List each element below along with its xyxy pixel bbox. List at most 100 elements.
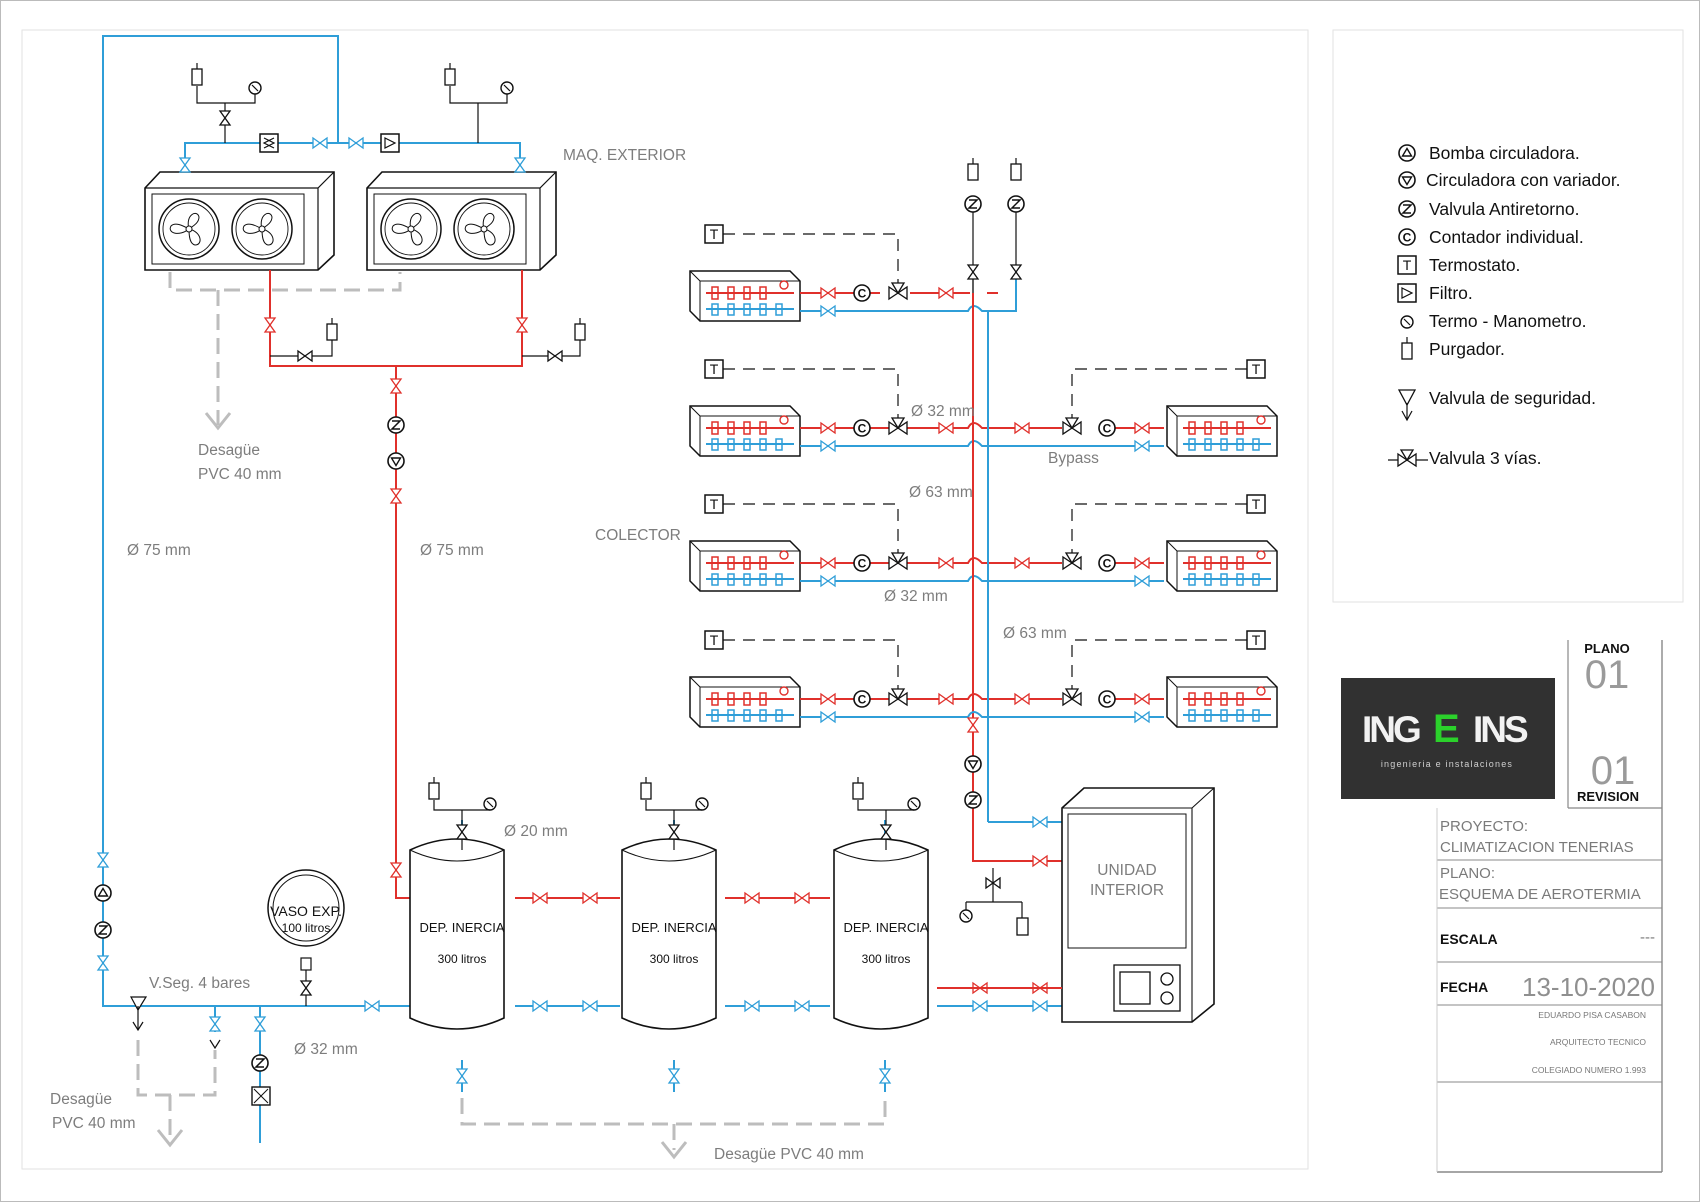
legend-item: Termostato. (1397, 255, 1520, 275)
pump-icon (387, 452, 405, 470)
svg-text:Termostato.: Termostato. (1429, 255, 1520, 275)
svg-text:Valvula 3 vías.: Valvula 3 vías. (1429, 448, 1542, 468)
svg-text:Purgador.: Purgador. (1429, 339, 1505, 359)
author-profession: ARQUITECTO TECNICO (1550, 1037, 1646, 1047)
drain-top-label-2: PVC 40 mm (198, 466, 282, 483)
indoor-unit-label-1: UNIDAD (1097, 862, 1156, 879)
outdoor-unit-right (366, 171, 557, 271)
riser-vents (964, 157, 1025, 293)
svg-text:Filtro.: Filtro. (1429, 283, 1473, 303)
bottom-left-fittings (129, 996, 271, 1106)
fecha-label: FECHA (1440, 979, 1488, 995)
drain-bottom-label-2: PVC 40 mm (52, 1115, 136, 1132)
thermostat-icon (1397, 255, 1417, 275)
fecha-value: 13-10-2020 (1522, 972, 1655, 1002)
drain-bottom-label-1: Desagüe (50, 1091, 112, 1108)
proyecto-label: PROYECTO: (1440, 818, 1528, 835)
collector-row-1 (689, 224, 1017, 322)
legend-item: Circuladora con variador. (1398, 170, 1621, 190)
safety-valve-label: V.Seg. 4 bares (149, 975, 250, 992)
thermo-manometer-icon (1400, 315, 1414, 329)
plano-desc-label: PLANO: (1440, 865, 1495, 882)
tank-vents (428, 776, 921, 850)
pipe-32-b-label: Ø 32 mm (884, 588, 948, 605)
indoor-unit (1061, 787, 1215, 1023)
schematic-sheet: C T (0, 0, 1700, 1202)
pipe-63-b-label: Ø 63 mm (1003, 625, 1067, 642)
revision-number: 01 (1591, 749, 1636, 793)
collector-row-2 (689, 359, 1278, 457)
outdoor-unit-label: MAQ. EXTERIOR (563, 147, 686, 164)
pipe-63-a-label: Ø 63 mm (909, 484, 973, 501)
legend-item: Purgador. (1401, 336, 1505, 360)
pipe-75-left-label: Ø 75 mm (127, 542, 191, 559)
safety-valve-icon (1397, 389, 1417, 422)
pipe-32-bottom-label: Ø 32 mm (294, 1041, 358, 1058)
company-logo: ING E INS ingenieria e instalaciones (1341, 678, 1555, 799)
purge-valve-left (297, 350, 313, 362)
escala-value: --- (1640, 929, 1655, 946)
legend-item: Valvula Antiretorno. (1398, 199, 1579, 219)
check-valve-icon (1398, 200, 1416, 218)
svg-text:Contador individual.: Contador individual. (1429, 227, 1584, 247)
svg-text:Bomba circuladora.: Bomba circuladora. (1429, 143, 1580, 163)
svg-text:INS: INS (1473, 709, 1528, 750)
escala-label: ESCALA (1440, 931, 1498, 947)
svg-text:Termo - Manometro.: Termo - Manometro. (1429, 311, 1587, 331)
author-registration: COLEGIADO NUMERO 1.993 (1532, 1065, 1647, 1075)
air-vent-icon (1401, 336, 1413, 360)
drain-top-label-1: Desagüe (198, 442, 260, 459)
plano-desc-value: ESQUEMA DE AEROTERMIA (1439, 886, 1641, 903)
air-vent-icon (326, 317, 338, 341)
top-vent-group-left (191, 62, 262, 143)
expansion-vessel-label-1: VASO EXP. (270, 903, 342, 919)
tank-1-capacity: 300 litros (438, 952, 487, 966)
tank-2-capacity: 300 litros (650, 952, 699, 966)
air-vent-icon (574, 317, 586, 341)
legend: Bomba circuladora. Circuladora con varia… (1388, 143, 1621, 468)
svg-text:Valvula Antiretorno.: Valvula Antiretorno. (1429, 199, 1579, 219)
pipe-20-label: Ø 20 mm (504, 823, 568, 840)
meter-icon (1398, 228, 1416, 246)
drain-bottom (136, 1040, 887, 1150)
legend-item: Bomba circuladora. (1398, 143, 1580, 163)
author-name: EDUARDO PISA CASABON (1538, 1010, 1646, 1020)
purge-valve-right (547, 350, 563, 362)
filter-icon (1397, 283, 1417, 303)
svg-text:Circuladora con variador.: Circuladora con variador. (1426, 170, 1621, 190)
drain-top (168, 272, 402, 425)
check-valve-icon (387, 416, 405, 434)
indoor-unit-label-2: INTERIOR (1090, 882, 1164, 899)
expansion-vessel-label-2: 100 litros (282, 921, 331, 935)
legend-item: Valvula 3 vías. (1388, 448, 1542, 468)
pipe-32-a-label: Ø 32 mm (911, 403, 975, 420)
legend-item: Termo - Manometro. (1400, 311, 1587, 331)
check-valve-icon (94, 921, 112, 939)
tank-1-name: DEP. INERCIA (419, 920, 504, 935)
bypass-label: Bypass (1048, 450, 1099, 467)
drain-bottom-center-label: Desagüe PVC 40 mm (714, 1146, 864, 1163)
legend-item: Valvula de seguridad. (1397, 388, 1596, 422)
risers (972, 270, 989, 702)
outdoor-purge-valves (270, 340, 581, 357)
legend-item: Contador individual. (1398, 227, 1584, 247)
revision-label: REVISION (1577, 789, 1639, 804)
collector-label: COLECTOR (595, 527, 681, 544)
svg-text:E: E (1433, 707, 1460, 751)
expansion-vessel (267, 869, 345, 1006)
legend-item: Filtro. (1397, 283, 1473, 303)
pump-icon (94, 884, 112, 902)
pump-icon (1398, 144, 1416, 162)
variable-pump-icon (1398, 171, 1416, 189)
top-vent-group-right (444, 62, 514, 143)
tank-3-capacity: 300 litros (862, 952, 911, 966)
variable-pump-icon (964, 755, 982, 773)
collector-row-4 (689, 630, 1278, 728)
proyecto-value: CLIMATIZACION TENERIAS (1440, 839, 1634, 856)
svg-text:ingenieria e instalaciones: ingenieria e instalaciones (1381, 759, 1513, 769)
outdoor-unit-left (144, 171, 335, 271)
collector-row-3 (689, 494, 1278, 592)
plano-number: 01 (1585, 653, 1630, 697)
tank-2-name: DEP. INERCIA (631, 920, 716, 935)
three-way-valve-icon (1388, 449, 1428, 467)
